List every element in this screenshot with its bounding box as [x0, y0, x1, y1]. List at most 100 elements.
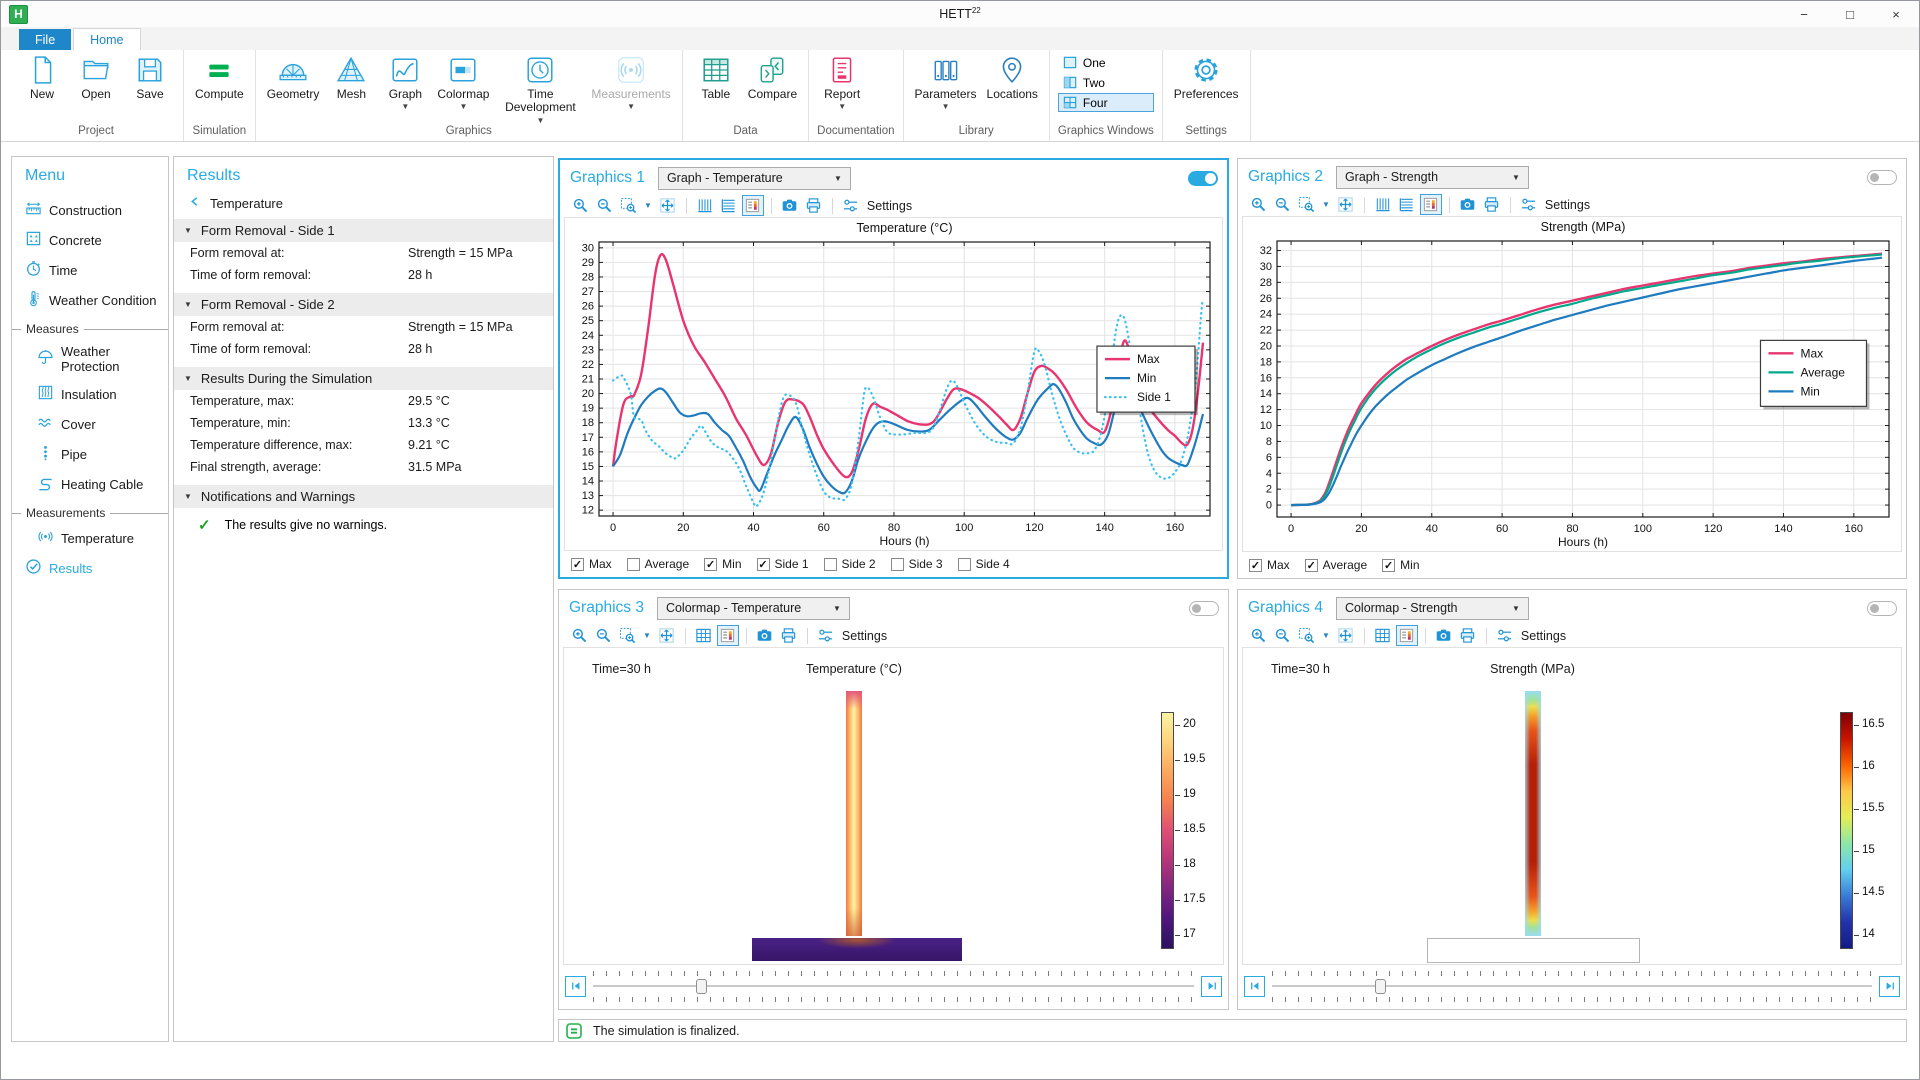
ribbon-item-new[interactable]: New: [15, 55, 69, 101]
camera-icon[interactable]: [1433, 625, 1455, 646]
chevron-down-icon[interactable]: ▼: [644, 201, 652, 210]
ribbon-item-two[interactable]: Two: [1058, 73, 1154, 92]
legend-icon[interactable]: [1396, 625, 1418, 646]
zoom-region-icon[interactable]: [616, 625, 638, 646]
settings-icon[interactable]: [1518, 194, 1540, 215]
print-icon[interactable]: [1481, 194, 1503, 215]
ribbon-item-parameters[interactable]: Parameters▼: [910, 55, 982, 111]
zoom-in-icon[interactable]: [1247, 625, 1269, 646]
close-button[interactable]: ×: [1873, 1, 1919, 27]
settings-button-label[interactable]: Settings: [842, 629, 887, 643]
sidebar-item-weather-protection[interactable]: Weather Protection: [12, 339, 168, 379]
fit-icon[interactable]: [657, 195, 679, 216]
fit-icon[interactable]: [1335, 194, 1357, 215]
grid-y-icon[interactable]: [718, 195, 740, 216]
chevron-down-icon[interactable]: ▼: [643, 631, 651, 640]
slider-step-forward-button[interactable]: [1879, 976, 1900, 997]
grid-icon[interactable]: [693, 625, 715, 646]
graphics1-toggle[interactable]: [1188, 171, 1218, 186]
print-icon[interactable]: [778, 625, 800, 646]
strength-chart[interactable]: Strength (MPa)02040608010012014016002468…: [1243, 217, 1901, 551]
results-back-nav[interactable]: Temperature: [190, 195, 553, 211]
ribbon-item-measurements[interactable]: Measurements▼: [586, 55, 675, 111]
ribbon-item-four[interactable]: Four: [1058, 93, 1154, 112]
sidebar-item-cover[interactable]: Cover: [12, 409, 168, 439]
fit-icon[interactable]: [1335, 625, 1357, 646]
graphics4-view-dropdown[interactable]: Colormap - Strength▼: [1336, 597, 1529, 620]
ribbon-item-graph[interactable]: Graph▼: [378, 55, 432, 111]
camera-icon[interactable]: [1457, 194, 1479, 215]
graphics4-plot-area[interactable]: Time=30 hStrength (MPa)16.51615.51514.51…: [1242, 647, 1902, 965]
zoom-out-icon[interactable]: [1271, 625, 1293, 646]
ribbon-item-open[interactable]: Open: [69, 55, 123, 101]
slider-handle[interactable]: [1375, 979, 1386, 994]
checkbox-min[interactable]: ✓Min: [1382, 558, 1419, 572]
chevron-down-icon[interactable]: ▼: [1322, 200, 1330, 209]
ribbon-item-colormap[interactable]: Colormap▼: [432, 55, 494, 111]
print-icon[interactable]: [1457, 625, 1479, 646]
ribbon-item-locations[interactable]: Locations: [982, 55, 1043, 101]
graphics4-toggle[interactable]: [1867, 601, 1897, 616]
grid-x-icon[interactable]: [694, 195, 716, 216]
results-section-header-form-removal-side-2[interactable]: ▼Form Removal - Side 2: [174, 293, 553, 316]
slider-step-back-button[interactable]: [565, 976, 586, 997]
sidebar-item-weather-condition[interactable]: Weather Condition: [12, 285, 168, 315]
grid-icon[interactable]: [1372, 625, 1394, 646]
ribbon-item-mesh[interactable]: Mesh: [324, 55, 378, 101]
minimize-button[interactable]: −: [1781, 1, 1827, 27]
zoom-out-icon[interactable]: [1271, 194, 1293, 215]
graphics2-plot-area[interactable]: Strength (MPa)02040608010012014016002468…: [1242, 216, 1902, 552]
slider-handle[interactable]: [696, 979, 707, 994]
settings-icon[interactable]: [815, 625, 837, 646]
tab-file[interactable]: File: [19, 29, 71, 50]
zoom-in-icon[interactable]: [1247, 194, 1269, 215]
legend-icon[interactable]: [742, 195, 764, 216]
sidebar-item-time[interactable]: Time: [12, 255, 168, 285]
graphics3-plot-area[interactable]: Time=30 hTemperature (°C)2019.51918.5181…: [563, 647, 1224, 965]
ribbon-item-geometry[interactable]: Geometry: [262, 55, 325, 101]
fit-icon[interactable]: [656, 625, 678, 646]
graphics2-toggle[interactable]: [1867, 170, 1897, 185]
sidebar-item-heating-cable[interactable]: Heating Cable: [12, 469, 168, 499]
tab-home[interactable]: Home: [73, 28, 140, 50]
ribbon-item-one[interactable]: One: [1058, 53, 1154, 72]
print-icon[interactable]: [803, 195, 825, 216]
ribbon-item-save[interactable]: Save: [123, 55, 177, 101]
camera-icon[interactable]: [779, 195, 801, 216]
slider-step-back-button[interactable]: [1244, 976, 1265, 997]
chevron-down-icon[interactable]: ▼: [1322, 631, 1330, 640]
zoom-region-icon[interactable]: [1295, 625, 1317, 646]
settings-button-label[interactable]: Settings: [867, 199, 912, 213]
zoom-in-icon[interactable]: [568, 625, 590, 646]
graphics1-view-dropdown[interactable]: Graph - Temperature▼: [658, 167, 851, 190]
maximize-button[interactable]: □: [1827, 1, 1873, 27]
slider-step-forward-button[interactable]: [1201, 976, 1222, 997]
checkbox-side-4[interactable]: Side 4: [958, 557, 1010, 571]
legend-icon[interactable]: [1420, 194, 1442, 215]
graphics3-toggle[interactable]: [1189, 601, 1219, 616]
zoom-out-icon[interactable]: [593, 195, 615, 216]
graphics1-plot-area[interactable]: Temperature (°C)020406080100120140160121…: [564, 217, 1223, 551]
grid-x-icon[interactable]: [1372, 194, 1394, 215]
ribbon-item-table[interactable]: Table: [689, 55, 743, 101]
ribbon-item-time-development[interactable]: Time Development▼: [494, 55, 586, 125]
zoom-region-icon[interactable]: [617, 195, 639, 216]
slider-track[interactable]: [1272, 979, 1872, 994]
settings-button-label[interactable]: Settings: [1521, 629, 1566, 643]
settings-button-label[interactable]: Settings: [1545, 198, 1590, 212]
zoom-in-icon[interactable]: [569, 195, 591, 216]
sidebar-item-insulation[interactable]: Insulation: [12, 379, 168, 409]
checkbox-side-1[interactable]: ✓Side 1: [757, 557, 809, 571]
checkbox-side-2[interactable]: Side 2: [824, 557, 876, 571]
grid-y-icon[interactable]: [1396, 194, 1418, 215]
ribbon-item-compare[interactable]: Compare: [743, 55, 802, 101]
checkbox-average[interactable]: Average: [627, 557, 689, 571]
settings-icon[interactable]: [840, 195, 862, 216]
ribbon-item-report[interactable]: Report▼: [815, 55, 869, 111]
sidebar-item-results[interactable]: Results: [12, 553, 168, 583]
results-section-header-form-removal-side-1[interactable]: ▼Form Removal - Side 1: [174, 219, 553, 242]
graphics2-view-dropdown[interactable]: Graph - Strength▼: [1336, 166, 1529, 189]
ribbon-item-compute[interactable]: Compute: [190, 55, 249, 101]
checkbox-max[interactable]: ✓Max: [571, 557, 612, 571]
settings-icon[interactable]: [1494, 625, 1516, 646]
